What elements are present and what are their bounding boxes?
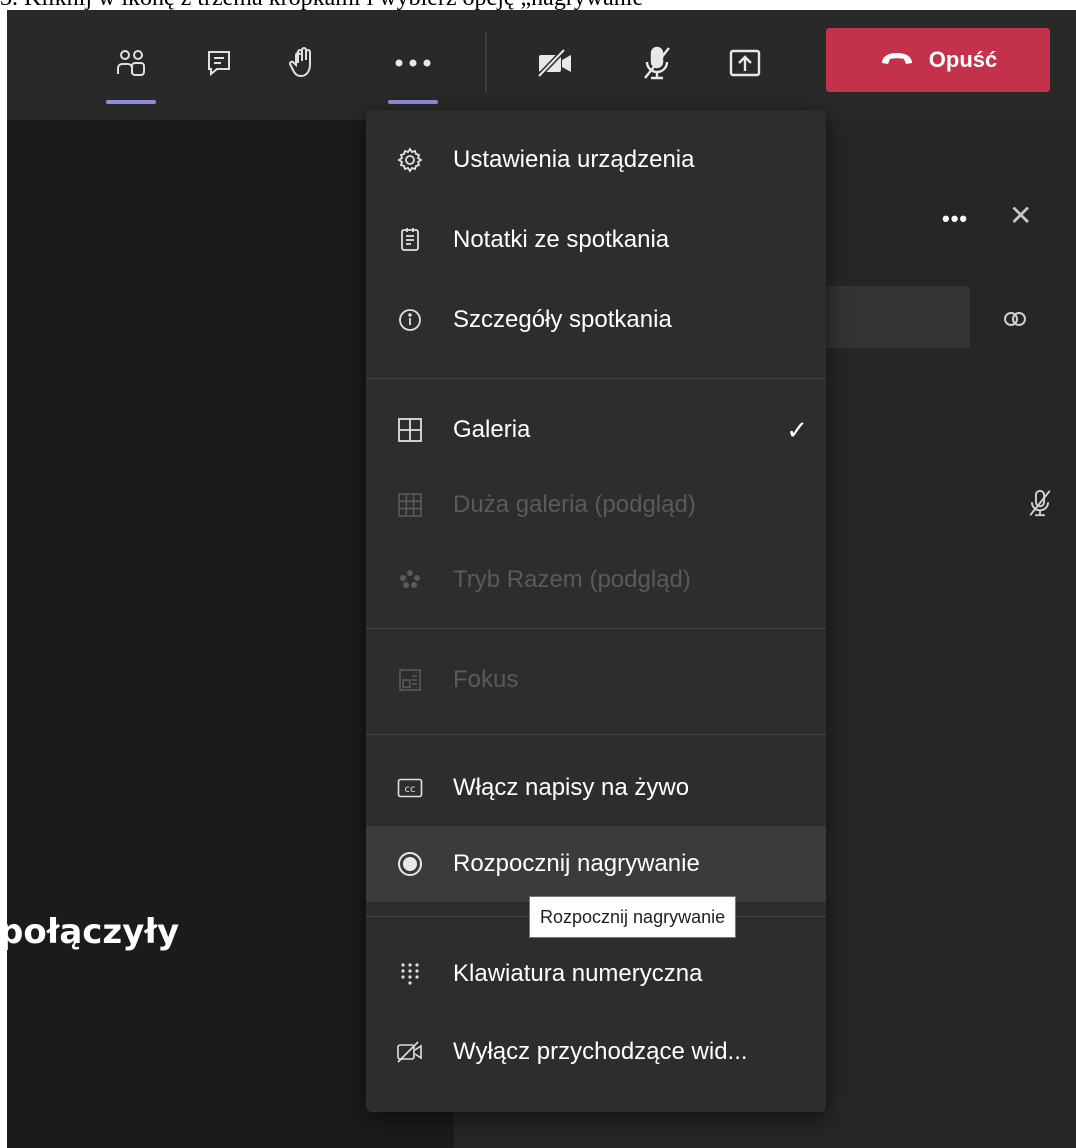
chat-icon (204, 48, 234, 78)
menu-item-turn-off-incoming-video[interactable]: Wyłącz przychodzące wid... (366, 1014, 826, 1090)
menu-item-label: Klawiatura numeryczna (453, 960, 703, 987)
together-mode-icon (396, 566, 424, 594)
menu-item-label: Fokus (453, 666, 519, 693)
mic-toggle-button[interactable] (628, 34, 686, 92)
notes-icon (396, 226, 424, 254)
menu-item-label: Duża galeria (podgląd) (453, 491, 696, 518)
menu-item-large-gallery: Duża galeria (podgląd) (366, 467, 826, 543)
chat-button[interactable] (190, 34, 248, 92)
participants-button[interactable] (102, 34, 160, 104)
cc-icon: cc (396, 774, 424, 802)
leave-button[interactable]: Opuść (826, 28, 1050, 92)
menu-item-label: Włącz napisy na żywo (453, 774, 690, 801)
menu-item-label: Szczegóły spotkania (453, 306, 672, 333)
teams-meeting-window: Opuść połączyły ••• ✕ Ustawienia urządze… (7, 10, 1076, 1148)
dialpad-icon (396, 960, 424, 988)
menu-item-focus: Fokus (366, 642, 826, 718)
menu-item-meeting-notes[interactable]: Notatki ze spotkania (366, 202, 826, 278)
more-dots-icon (393, 58, 433, 68)
menu-item-start-recording[interactable]: Rozpocznij nagrywanie (366, 826, 826, 902)
checkmark-icon: ✓ (786, 414, 808, 445)
menu-item-live-captions[interactable]: cc Włącz napisy na żywo (366, 750, 826, 826)
instruction-caption: 3. Kliknij w ikonę z trzema kropkami i w… (0, 0, 1076, 10)
menu-item-together-mode: Tryb Razem (podgląd) (366, 542, 826, 618)
tooltip-start-recording: Rozpocznij nagrywanie (529, 896, 737, 938)
more-actions-button[interactable] (384, 34, 442, 104)
active-indicator (106, 100, 156, 104)
large-gallery-icon (396, 491, 424, 519)
active-indicator (388, 100, 438, 104)
participant-mic-off-icon (1027, 488, 1053, 523)
menu-item-label: Wyłącz przychodzące wid... (453, 1038, 748, 1065)
menu-item-meeting-details[interactable]: Szczegóły spotkania (366, 282, 826, 358)
hang-up-icon (879, 47, 915, 73)
copy-link-icon[interactable] (1002, 306, 1028, 337)
raise-hand-icon (288, 46, 318, 80)
menu-separator (366, 378, 826, 379)
record-icon (396, 850, 424, 878)
menu-item-dialpad[interactable]: Klawiatura numeryczna (366, 936, 826, 1012)
info-icon (396, 306, 424, 334)
svg-text:cc: cc (405, 784, 416, 795)
menu-item-label: Ustawienia urządzenia (453, 146, 695, 173)
leave-label: Opuść (928, 47, 998, 72)
gear-icon (396, 146, 424, 174)
panel-more-options-icon[interactable]: ••• (942, 206, 968, 232)
focus-icon (396, 666, 424, 694)
meeting-toolbar: Opuść (7, 10, 1076, 120)
stage-message: połączyły (7, 912, 180, 952)
menu-item-gallery[interactable]: Galeria ✓ (366, 392, 826, 468)
share-screen-icon (728, 47, 762, 79)
camera-toggle-button[interactable] (526, 34, 584, 92)
menu-separator (366, 628, 826, 629)
menu-item-label: Rozpocznij nagrywanie (453, 850, 700, 877)
camera-off-icon (536, 48, 574, 78)
menu-separator (366, 734, 826, 735)
raise-hand-button[interactable] (274, 34, 332, 92)
mic-off-icon (641, 45, 673, 81)
share-screen-button[interactable] (716, 34, 774, 92)
panel-link-field[interactable] (807, 286, 970, 348)
menu-item-label: Galeria (453, 416, 531, 443)
video-off-icon (396, 1038, 424, 1066)
menu-item-label: Tryb Razem (podgląd) (453, 566, 691, 593)
more-actions-menu: Ustawienia urządzenia Notatki ze spotkan… (366, 110, 826, 1112)
menu-item-label: Notatki ze spotkania (453, 226, 670, 253)
gallery-icon (396, 416, 424, 444)
panel-close-icon[interactable]: ✕ (1009, 202, 1032, 230)
menu-item-device-settings[interactable]: Ustawienia urządzenia (366, 122, 826, 198)
people-icon (114, 46, 148, 80)
toolbar-divider (485, 32, 487, 92)
